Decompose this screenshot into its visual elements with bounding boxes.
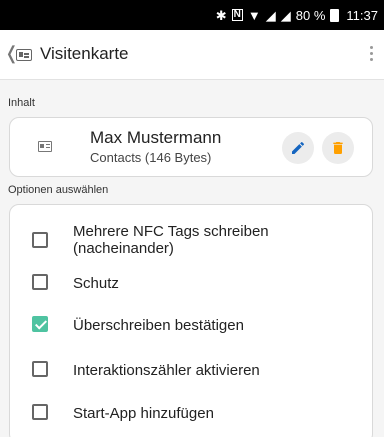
overflow-menu-icon[interactable] [370, 46, 374, 64]
status-bar: ✱ N ▼ ◢ ◢ 80 % 11:37 [0, 0, 384, 30]
battery-percent: 80 % [295, 7, 326, 23]
option-label: Interaktionszähler aktivieren [73, 362, 260, 379]
page-title: Visitenkarte [40, 44, 129, 63]
contact-card-icon [38, 141, 52, 152]
option-overwrite-confirm[interactable]: Überschreiben bestätigen [10, 315, 370, 335]
option-start-app[interactable]: Start-App hinzufügen [10, 403, 370, 423]
checkbox[interactable] [32, 274, 48, 290]
app-bar: ❬ Visitenkarte [0, 30, 384, 80]
options-section-label: Optionen auswählen [8, 184, 109, 196]
option-interaction-counter[interactable]: Interaktionszähler aktivieren [10, 360, 370, 380]
edit-button[interactable] [282, 132, 314, 164]
option-label: Start-App hinzufügen [73, 405, 214, 422]
business-card-icon [16, 49, 32, 61]
signal-2-icon: ◢ [280, 7, 291, 23]
content-card: Max Mustermann Contacts (146 Bytes) [9, 117, 373, 177]
pencil-icon [292, 141, 305, 154]
option-label: Überschreiben bestätigen [73, 317, 244, 334]
nfc-icon: N [231, 9, 243, 21]
wifi-icon: ▼ [247, 7, 261, 23]
delete-button[interactable] [322, 132, 354, 164]
bluetooth-icon: ✱ [215, 7, 227, 23]
option-label: Schutz [73, 275, 119, 292]
signal-icon: ◢ [265, 7, 276, 23]
checkbox[interactable] [32, 232, 48, 248]
content-section-label: Inhalt [8, 97, 35, 109]
clock: 11:37 [346, 7, 378, 23]
battery-icon [330, 8, 340, 22]
checkbox[interactable] [32, 361, 48, 377]
trash-icon [333, 142, 343, 154]
option-multi-nfc[interactable]: Mehrere NFC Tags schreiben (nacheinander… [10, 220, 370, 260]
contact-size: Contacts (146 Bytes) [90, 150, 212, 165]
option-schutz[interactable]: Schutz [10, 273, 370, 293]
checkbox[interactable] [32, 404, 48, 420]
contact-name: Max Mustermann [90, 128, 222, 147]
option-label: Mehrere NFC Tags schreiben (nacheinander… [73, 223, 269, 257]
checkbox-checked[interactable] [32, 316, 48, 332]
options-card: Mehrere NFC Tags schreiben (nacheinander… [9, 204, 373, 437]
